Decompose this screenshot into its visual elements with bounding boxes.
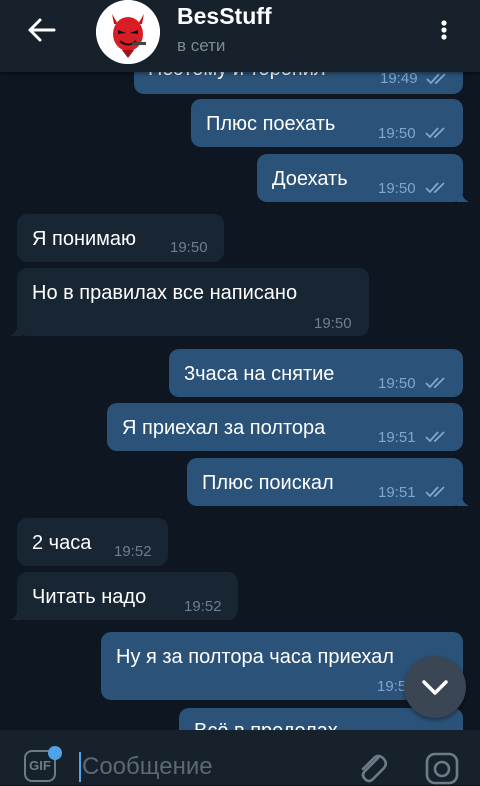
message-time: 19:49 [380,70,418,87]
message-outgoing[interactable]: Плюс поискал 19:51 [187,458,469,506]
message-time: 19:50 [314,315,352,332]
paperclip-icon[interactable] [354,750,390,786]
more-vertical-icon[interactable] [432,14,456,46]
message-text: Ну я за полтора часа приехал [116,646,394,668]
double-check-icon [425,486,445,498]
message-time: 19:52 [184,598,222,615]
message-input[interactable] [80,748,334,786]
double-check-icon [425,182,445,194]
double-check-icon [425,377,445,389]
double-check-icon [425,127,445,139]
bubble-tail [10,322,22,336]
message-list[interactable]: Поэтому и торопил 19:49 Плюс поехать 19:… [0,0,480,730]
message-text: Читать надо [32,586,147,608]
message-time: 19:50 [170,239,208,256]
message-time: 19:51 [378,429,416,446]
message-outgoing[interactable]: Плюс поехать 19:50 [191,99,463,147]
notification-dot [48,746,62,760]
message-time: 19:50 [378,375,416,392]
chat-title[interactable]: BesStuff [177,3,272,30]
message-text: Плюс поехать [206,113,336,135]
message-text: 2 часа [32,532,92,554]
avatar[interactable] [96,0,160,64]
message-time: 19:50 [378,125,416,142]
chat-header: BesStuff в сети [0,0,480,72]
message-incoming[interactable]: Но в правилах все написано 19:50 [10,268,369,336]
arrow-left-icon[interactable] [22,14,62,46]
message-text: Но в правилах все написано [32,282,298,304]
bubble-tail [10,606,22,620]
message-incoming[interactable]: Я понимаю 19:50 [17,214,224,262]
message-time: 19:51 [378,484,416,501]
message-text: Я приехал за полтора [122,417,326,439]
bubble-tail [457,188,469,202]
chat-status: в сети [177,36,226,55]
double-check-icon [426,73,446,85]
message-outgoing[interactable]: 3часа на снятие 19:50 [169,349,463,397]
devil-avatar-icon [96,0,160,64]
message-incoming[interactable]: 2 часа 19:52 [17,518,168,566]
bubble-tail [457,492,469,506]
message-incoming[interactable]: Читать надо 19:52 [10,572,238,620]
message-composer: GIF [0,730,480,786]
message-text: Я понимаю [32,228,137,250]
scroll-down-button[interactable] [404,656,466,718]
message-text: 3часа на снятие [184,363,335,385]
message-time: 19:52 [114,543,152,560]
camera-icon[interactable] [424,750,460,786]
chevron-down-icon [422,680,448,695]
message-time: 19:50 [378,180,416,197]
message-text: Доехать [272,168,348,190]
message-outgoing[interactable]: Доехать 19:50 [257,154,469,202]
message-text: Плюс поискал [202,472,334,494]
message-outgoing[interactable]: Я приехал за полтора 19:51 [107,403,463,451]
message-text: Всё в пределах [194,720,338,730]
double-check-icon [425,431,445,443]
